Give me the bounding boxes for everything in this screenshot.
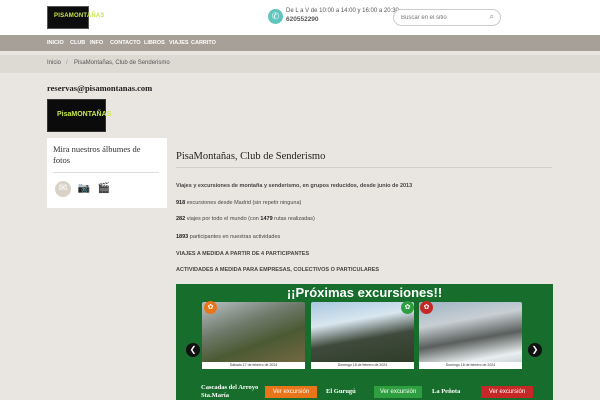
excursion-date-1: Sábado 17 de febrero de 2024	[229, 363, 278, 367]
nav-info[interactable]: INFO	[90, 40, 103, 46]
albums-title: Mira nuestros álbumes de fotos	[53, 144, 141, 165]
intro-text: Viajes y excursiones de montaña y sender…	[176, 183, 413, 189]
albums-widget: Mira nuestros álbumes de fotos ✉ 📷 🎬	[47, 138, 167, 208]
excursion-caption-2: El Gurugú	[326, 388, 356, 395]
view-excursion-button-2[interactable]: Ver excursión	[374, 386, 422, 398]
camera-icon[interactable]: 📷	[76, 181, 92, 197]
carousel-prev-button[interactable]: ❮	[186, 343, 200, 357]
logo-text: PISAMONTAÑAS	[54, 13, 105, 19]
view-excursion-button-1[interactable]: Ver excursión	[265, 386, 317, 398]
banner-title: ¡¡Próximas excursiones!!	[286, 285, 443, 300]
excursion-photo-2[interactable]: ✿ Domingo 18 de febrero de 2024	[311, 301, 414, 369]
nav-viajes[interactable]: VIAJES	[169, 40, 189, 46]
opening-hours: De L a V de 10:00 a 14:00 y 16:00 a 20:3…	[286, 8, 399, 14]
photo-date-bar: Domingo 18 de febrero de 2024	[311, 362, 414, 369]
nav-carrito[interactable]: CARRITO	[191, 40, 216, 46]
hiking-icon: ✿	[204, 301, 217, 314]
video-icon[interactable]: 🎬	[96, 181, 112, 197]
email-icon[interactable]: ✉	[55, 181, 71, 197]
search-input[interactable]	[399, 12, 485, 24]
breadcrumb-separator: /	[66, 60, 68, 66]
search-icon[interactable]: ⌕	[490, 12, 494, 22]
photo-date-bar: Domingo 18 de febrero de 2024	[419, 362, 522, 369]
stat-excursions: 918 excursiones desde Madrid (sin repeti…	[176, 200, 302, 206]
upcoming-excursions-banner: ¡¡Próximas excursiones!! ✿ Sábado 17 de …	[176, 284, 553, 400]
stat-trips: 282 viajes por todo el mundo (con 1479 r…	[176, 216, 315, 222]
carousel-next-button[interactable]: ❯	[528, 343, 542, 357]
phone-icon: ✆	[268, 9, 283, 24]
search-box[interactable]: ⌕	[393, 9, 501, 26]
excursion-photo-1[interactable]: ✿ Sábado 17 de febrero de 2024	[202, 301, 305, 369]
nav-libros[interactable]: LIBROS	[144, 40, 165, 46]
excursion-date-2: Domingo 18 de febrero de 2024	[337, 363, 388, 367]
sidebar-logo[interactable]: PisaMONTAÑAS	[47, 99, 111, 132]
contact-email[interactable]: reservas@pisamontanas.com	[47, 83, 152, 93]
view-excursion-button-3[interactable]: Ver excursión	[481, 386, 533, 398]
custom-trips-line: VIAJES A MEDIDA A PARTIR DE 4 PARTICIPAN…	[176, 251, 310, 257]
breadcrumb: Inicio / PisaMontañas, Club de Senderism…	[0, 55, 600, 73]
phone-number[interactable]: 620552290	[286, 16, 319, 23]
hiking-icon: ✿	[401, 301, 414, 314]
title-divider	[176, 167, 552, 168]
nav-inicio[interactable]: INICIO	[47, 40, 64, 46]
excursion-date-3: Domingo 18 de febrero de 2024	[445, 363, 496, 367]
excursion-caption-3: La Peñota	[432, 388, 461, 395]
main-nav: INICIO CLUB INFO CONTACTO LIBROS VIAJES …	[0, 35, 600, 51]
custom-activities-line: ACTIVIDADES A MEDIDA PARA EMPRESAS, COLE…	[176, 267, 380, 273]
divider	[53, 172, 159, 173]
breadcrumb-home[interactable]: Inicio	[47, 60, 61, 66]
stat-participants: 1893 participantes en nuestras actividad…	[176, 234, 281, 240]
nav-contacto[interactable]: CONTACTO	[110, 40, 141, 46]
site-header: PISAMONTAÑAS ✆ De L a V de 10:00 a 14:00…	[0, 0, 600, 35]
excursion-photo-3[interactable]: ✿ Domingo 18 de febrero de 2024	[419, 301, 522, 369]
page-title: PisaMontañas, Club de Senderismo	[176, 151, 326, 162]
hiking-icon: ✿	[420, 301, 433, 314]
breadcrumb-current: PisaMontañas, Club de Senderismo	[74, 60, 170, 66]
nav-club[interactable]: CLUB	[70, 40, 85, 46]
photo-date-bar: Sábado 17 de febrero de 2024	[202, 362, 305, 369]
sidebar-logo-text: PisaMONTAÑAS	[57, 111, 112, 118]
site-logo[interactable]: PISAMONTAÑAS	[47, 6, 104, 29]
